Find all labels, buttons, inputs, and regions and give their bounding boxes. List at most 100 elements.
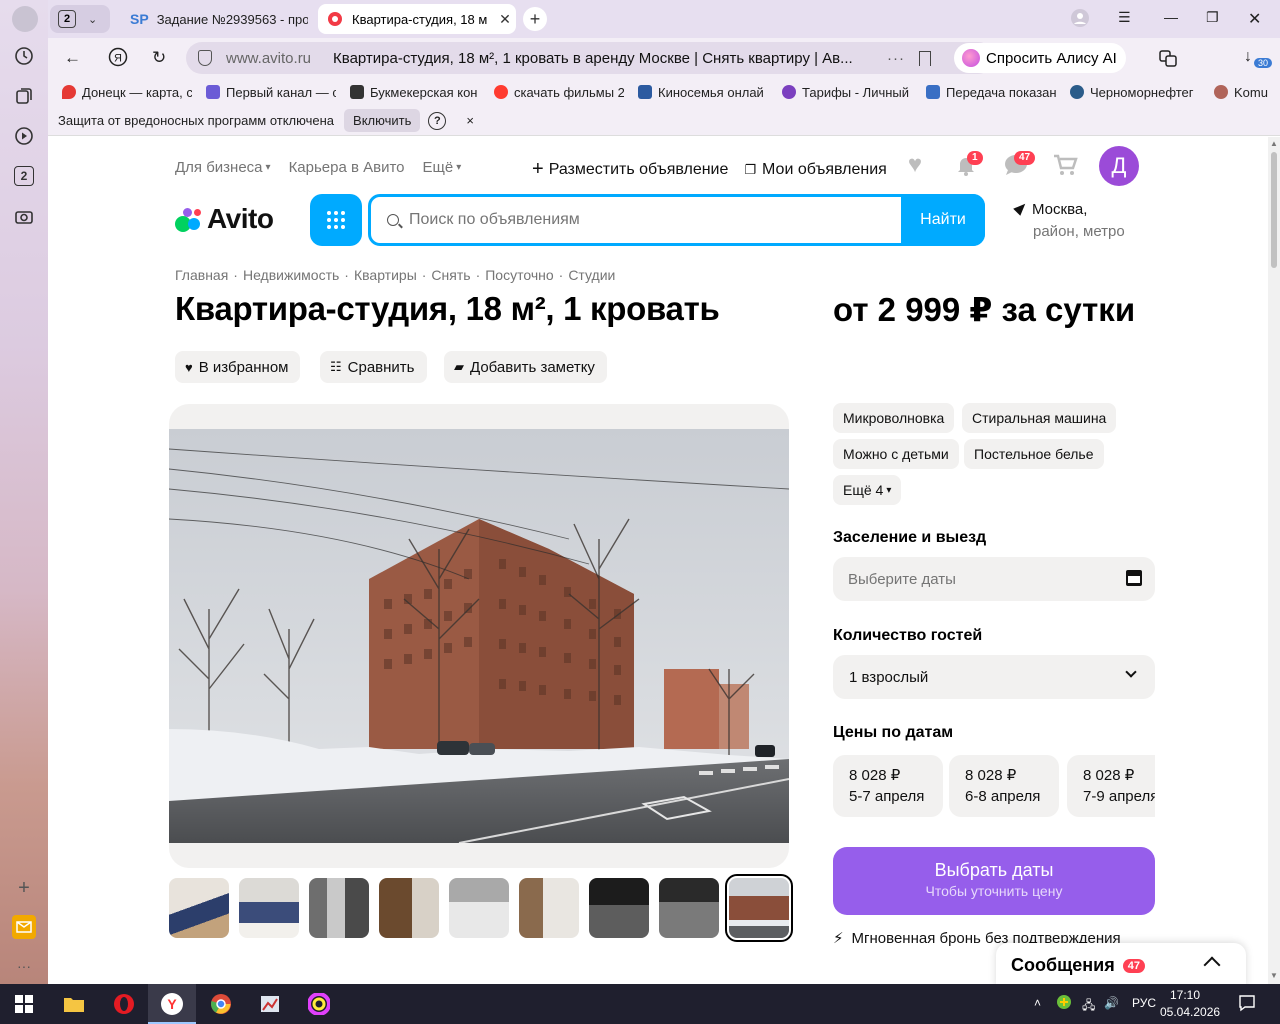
menu-icon[interactable]: ☰ (1118, 9, 1131, 26)
thumbnail-bathroom[interactable] (379, 878, 439, 938)
keyboard-language[interactable]: РУС (1132, 996, 1156, 1010)
thumbnail-building[interactable] (725, 874, 793, 942)
minimize-icon[interactable]: — (1164, 9, 1178, 25)
breadcrumb-item[interactable]: Посуточно (485, 267, 553, 283)
compare-button[interactable]: ☷ Сравнить (320, 351, 427, 383)
bookmark-item[interactable]: Тарифы - Личный (782, 85, 912, 100)
search-input[interactable] (409, 211, 889, 229)
close-window-icon[interactable]: ✕ (1248, 9, 1261, 29)
cart-icon[interactable] (1051, 151, 1079, 179)
user-avatar[interactable]: Д (1099, 146, 1139, 186)
collections-icon[interactable] (12, 84, 36, 108)
thumbnail-shower[interactable] (309, 878, 369, 938)
page-scrollbar[interactable]: ▲ ▼ (1268, 137, 1280, 984)
shield-icon[interactable] (198, 50, 212, 66)
yandex-icon[interactable]: Я (108, 47, 128, 72)
back-icon[interactable]: ← (64, 48, 81, 68)
bookmark-item[interactable]: Komu (1214, 85, 1280, 100)
dates-picker[interactable]: Выберите даты (833, 557, 1155, 601)
bookmark-icon[interactable] (919, 50, 932, 66)
help-icon[interactable]: ? (428, 111, 447, 130)
tab-task[interactable]: SP Задание №2939563 - про (120, 4, 308, 34)
screenshot-icon[interactable] (12, 205, 36, 229)
bookmark-item[interactable]: Киносемья онлай (638, 85, 768, 100)
notifications-center-icon[interactable] (1238, 994, 1256, 1015)
bookmark-item[interactable]: Первый канал — с (206, 85, 336, 100)
network-icon[interactable]: 🖧 (1082, 996, 1095, 1017)
thumbnail-toilet[interactable] (449, 878, 509, 938)
career-link[interactable]: Карьера в Авито (289, 159, 405, 176)
translate-icon[interactable] (1158, 48, 1178, 73)
breadcrumb-item[interactable]: Недвижимость (243, 267, 339, 283)
breadcrumb-item[interactable]: Студии (568, 267, 615, 283)
tray-chevron-up-icon[interactable]: ˄ (1034, 996, 1041, 1010)
breadcrumb-item[interactable]: Квартиры (354, 267, 417, 283)
profile-avatar-icon[interactable] (12, 6, 38, 32)
tabs-counter-icon[interactable]: 2 (14, 166, 34, 186)
favorite-button[interactable]: ♥ В избранном (175, 351, 301, 383)
system-clock[interactable]: 17:10 05.04.2026 (1160, 987, 1220, 1021)
restore-icon[interactable]: ❐ (1206, 9, 1219, 26)
bookmark-item[interactable]: скачать фильмы 2 (494, 85, 624, 100)
compare-icon: ☷ (330, 359, 342, 374)
search-button[interactable]: Найти (901, 194, 985, 246)
file-explorer-icon[interactable] (60, 990, 88, 1018)
more-amenities-button[interactable]: Ещё 4 ▾ (833, 475, 902, 505)
profile-icon[interactable] (1070, 8, 1090, 31)
thumbnail-corridor[interactable] (589, 878, 649, 938)
add-panel-icon[interactable]: + (12, 876, 36, 900)
close-tab-icon[interactable]: ✕ (494, 11, 516, 28)
url-field[interactable]: www.avito.ru Квартира-студия, 18 м², 1 к… (186, 42, 994, 74)
messages-widget[interactable]: Сообщения 47 (996, 943, 1246, 984)
bookmark-item[interactable]: Букмекерская кон (350, 85, 480, 100)
app-icon[interactable] (256, 990, 284, 1018)
date-price-card[interactable]: 8 028 ₽7-9 апреля (1067, 755, 1155, 817)
tab-group-switcher[interactable]: 2 ⌄ (50, 5, 110, 33)
bookmark-item[interactable]: Передача показан (926, 85, 1056, 100)
add-note-button[interactable]: ▰ Добавить заметку (444, 351, 607, 383)
photo-gallery[interactable] (169, 404, 789, 868)
chevron-up-icon[interactable] (1203, 956, 1221, 974)
bookmark-item[interactable]: Черноморнефтег (1070, 85, 1200, 100)
more-icon[interactable]: ··· (887, 50, 905, 67)
favorites-heart-icon[interactable]: ♥ (901, 151, 929, 179)
thumbnail-kitchen-2[interactable] (239, 878, 299, 938)
breadcrumb-item[interactable]: Снять (431, 267, 470, 283)
downloads-icon[interactable]: ↓ 30 (1244, 46, 1273, 68)
volume-icon[interactable]: 🔊 (1104, 996, 1119, 1010)
location-selector[interactable]: Москва, район, метро (1013, 199, 1125, 243)
start-icon[interactable] (10, 990, 38, 1018)
close-infobar-icon[interactable]: × (466, 113, 474, 128)
history-icon[interactable] (12, 44, 36, 68)
tab-avito[interactable]: Квартира-студия, 18 м ✕ (318, 4, 516, 34)
new-tab-button[interactable]: + (523, 7, 547, 31)
date-price-card[interactable]: 8 028 ₽6-8 апреля (949, 755, 1059, 817)
mail-icon[interactable] (12, 915, 36, 939)
enable-protection-button[interactable]: Включить (344, 109, 421, 132)
post-ad-button[interactable]: + Разместить объявление (532, 158, 728, 181)
breadcrumb-item[interactable]: Главная (175, 267, 228, 283)
yandex-browser-icon[interactable]: Y (158, 990, 186, 1018)
reload-icon[interactable]: ↻ (152, 48, 166, 68)
thumbnail-corridor-2[interactable] (659, 878, 719, 938)
date-price-card[interactable]: 8 028 ₽5-7 апреля (833, 755, 943, 817)
alice-button[interactable]: Спросить Алису AI (954, 43, 1126, 73)
tray-app-icon[interactable] (1056, 994, 1072, 1013)
my-ads-button[interactable]: ❐ Мои объявления (744, 161, 886, 179)
bookmark-item[interactable]: Донецк — карта, с (62, 85, 192, 100)
thumbnail-kitchen[interactable] (169, 878, 229, 938)
avito-logo[interactable]: Avito (175, 203, 274, 235)
categories-button[interactable] (310, 194, 362, 246)
opera-icon[interactable] (110, 990, 138, 1018)
guests-select[interactable]: 1 взрослый (833, 655, 1155, 699)
thumbnail-hallway[interactable] (519, 878, 579, 938)
main-photo[interactable] (169, 429, 789, 843)
scrollbar-thumb[interactable] (1271, 152, 1277, 268)
colorful-app-icon[interactable] (305, 990, 333, 1018)
chrome-icon[interactable] (207, 990, 235, 1018)
video-icon[interactable] (12, 124, 36, 148)
more-icon[interactable]: ··· (12, 954, 36, 978)
for-business-link[interactable]: Для бизнеса ▾ (175, 159, 271, 176)
more-link[interactable]: Ещё ▾ (423, 159, 462, 176)
select-dates-button[interactable]: Выбрать даты Чтобы уточнить цену (833, 847, 1155, 915)
